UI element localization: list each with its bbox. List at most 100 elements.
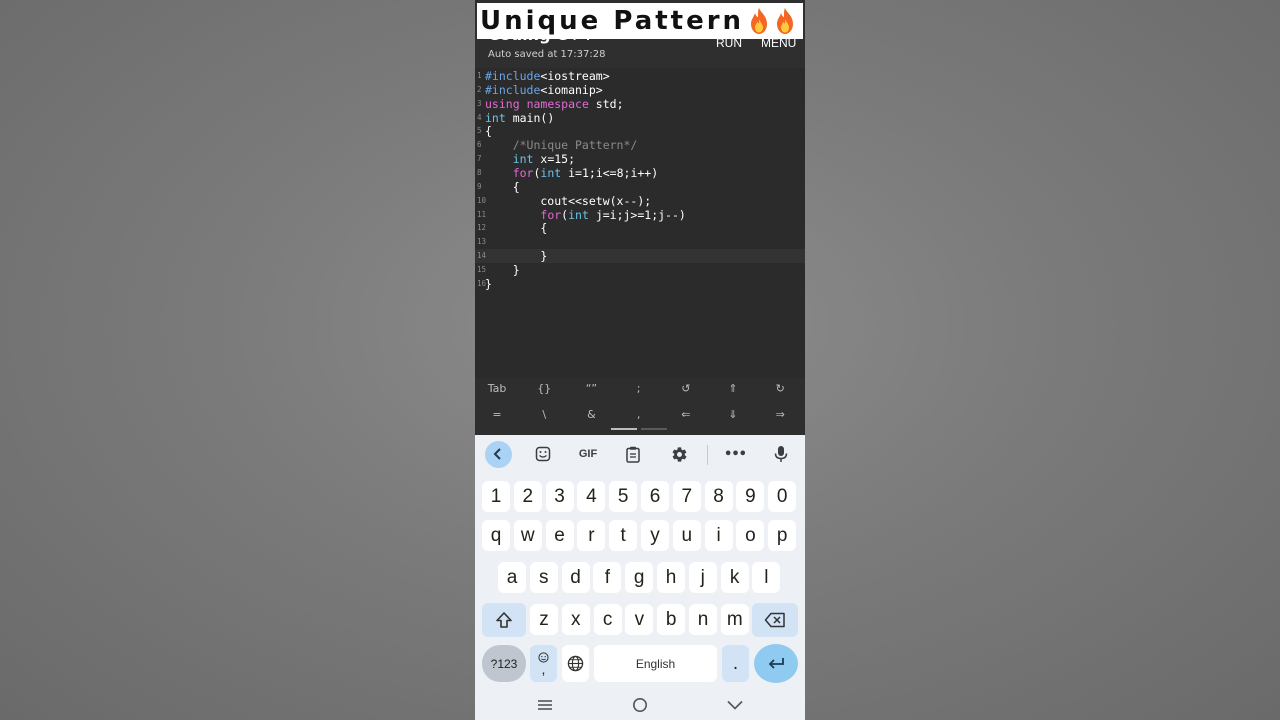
letter-key[interactable]: t	[609, 520, 638, 551]
letter-key[interactable]: g	[625, 562, 654, 593]
settings-icon	[672, 446, 686, 462]
sticker-button[interactable]	[529, 441, 557, 467]
code-line[interactable]: 2 #include<iomanip>	[475, 83, 805, 97]
symbol-key[interactable]: ⇓	[710, 408, 756, 421]
letter-key[interactable]: u	[672, 520, 701, 551]
symbol-key[interactable]: ,	[616, 408, 662, 421]
code-line[interactable]: 3 using namespace std;	[475, 97, 805, 111]
code-line[interactable]: 6 /*Unique Pattern*/	[475, 138, 805, 152]
letter-key[interactable]: n	[689, 604, 717, 635]
symbols-key[interactable]: ?123	[482, 645, 526, 682]
digit-key[interactable]: 5	[609, 481, 638, 512]
code-text: }	[485, 249, 547, 263]
code-line[interactable]: 16}	[475, 277, 805, 291]
symbol-key[interactable]: ⇒	[757, 408, 803, 421]
code-line[interactable]: 8 for(int i=1;i<=8;i++)	[475, 166, 805, 180]
gif-button[interactable]: GIF	[574, 441, 602, 467]
enter-key[interactable]	[754, 644, 798, 683]
symbol-key[interactable]: “”	[568, 382, 614, 395]
digit-key[interactable]: 8	[704, 481, 733, 512]
backspace-key[interactable]	[752, 603, 798, 637]
code-line[interactable]: 14 }	[475, 249, 805, 264]
shift-key[interactable]	[482, 603, 526, 637]
period-key[interactable]: .	[722, 645, 749, 682]
letter-key[interactable]: r	[577, 520, 606, 551]
letter-key[interactable]: w	[513, 520, 542, 551]
fire-icon	[777, 8, 794, 34]
phone-screen: Coding C++ Auto saved at 17:37:28 RUN ME…	[475, 0, 805, 720]
shift-icon	[496, 612, 512, 628]
letter-key[interactable]: c	[593, 604, 622, 635]
symbol-key[interactable]: &	[568, 408, 614, 421]
code-editor[interactable]: 1 #include<iostream> 2 #include<iomanip> 3 us…	[475, 68, 805, 378]
letter-key[interactable]: i	[704, 520, 733, 551]
letter-key[interactable]: l	[752, 562, 781, 593]
digit-key[interactable]: 1	[482, 481, 510, 512]
comma-label: ,	[541, 661, 546, 677]
letter-key[interactable]: e	[545, 520, 574, 551]
letter-key[interactable]: d	[561, 562, 590, 593]
letter-key[interactable]: v	[625, 604, 654, 635]
symbol-key[interactable]: ⇑	[710, 382, 756, 395]
code-line[interactable]: 13	[475, 235, 805, 249]
home-button[interactable]	[625, 694, 655, 716]
code-line[interactable]: 11 for(int j=i;j>=1;j--)	[475, 208, 805, 222]
letter-key[interactable]: s	[529, 562, 558, 593]
symbol-key[interactable]: {}	[521, 382, 567, 395]
space-key[interactable]: English	[594, 645, 717, 682]
code-line[interactable]: 10 cout<<setw(x--);	[475, 194, 805, 208]
symbol-key[interactable]: ⇐	[663, 408, 709, 421]
digit-key[interactable]: 9	[736, 481, 765, 512]
digit-key[interactable]: 6	[641, 481, 669, 512]
digit-key[interactable]: 3	[545, 481, 574, 512]
keyboard-back-button[interactable]	[484, 440, 512, 468]
clipboard-button[interactable]	[619, 441, 647, 467]
mic-button[interactable]	[767, 441, 795, 467]
symbol-key[interactable]: Tab	[475, 382, 520, 395]
code-token: {	[485, 124, 492, 139]
symbol-key[interactable]: ;	[616, 382, 662, 395]
digit-key[interactable]: 0	[768, 481, 797, 512]
line-number: 16	[477, 278, 487, 288]
code-line[interactable]: 4 int main()	[475, 111, 805, 125]
code-line[interactable]: 15 }	[475, 263, 805, 277]
code-text: /*Unique Pattern*/	[485, 138, 638, 153]
language-key[interactable]	[562, 645, 589, 682]
letter-key[interactable]: m	[720, 604, 749, 635]
page-indicator-active	[611, 428, 637, 430]
digit-key[interactable]: 2	[513, 481, 542, 512]
recents-button[interactable]	[530, 694, 560, 716]
letter-key[interactable]: f	[593, 562, 622, 593]
letter-key[interactable]: b	[657, 604, 686, 635]
letter-key[interactable]: q	[482, 520, 510, 551]
code-token: /*Unique Pattern*/	[485, 138, 638, 153]
code-text: for(int i=1;i<=8;i++)	[485, 166, 658, 180]
video-title: Unique Pattern	[480, 6, 745, 36]
digit-key[interactable]: 7	[672, 481, 701, 512]
code-line[interactable]: 1 #include<iostream>	[475, 69, 805, 83]
symbol-key[interactable]: ↻	[757, 382, 803, 395]
more-button[interactable]: •••	[721, 441, 749, 467]
symbol-key[interactable]: ↺	[663, 382, 709, 395]
letter-key[interactable]: z	[530, 604, 558, 635]
settings-button[interactable]	[665, 441, 693, 467]
symbol-key[interactable]: \	[521, 408, 567, 421]
back-nav-button[interactable]	[720, 694, 750, 716]
letter-key[interactable]: y	[641, 520, 669, 551]
code-line[interactable]: 5{	[475, 124, 805, 138]
letter-key[interactable]: k	[720, 562, 749, 593]
code-line[interactable]: 9 {	[475, 180, 805, 194]
digit-key[interactable]: 4	[577, 481, 606, 512]
symbol-key[interactable]: =	[475, 408, 520, 421]
code-line[interactable]: 7 int x=15;	[475, 152, 805, 166]
letter-key[interactable]: o	[736, 520, 765, 551]
letter-key[interactable]: p	[768, 520, 797, 551]
code-line[interactable]: 12 {	[475, 221, 805, 235]
letter-key[interactable]: x	[561, 604, 590, 635]
letter-key[interactable]: j	[688, 562, 717, 593]
letter-key[interactable]: a	[498, 562, 526, 593]
emoji-comma-key[interactable]: ,	[530, 645, 557, 682]
letter-key[interactable]: h	[657, 562, 685, 593]
